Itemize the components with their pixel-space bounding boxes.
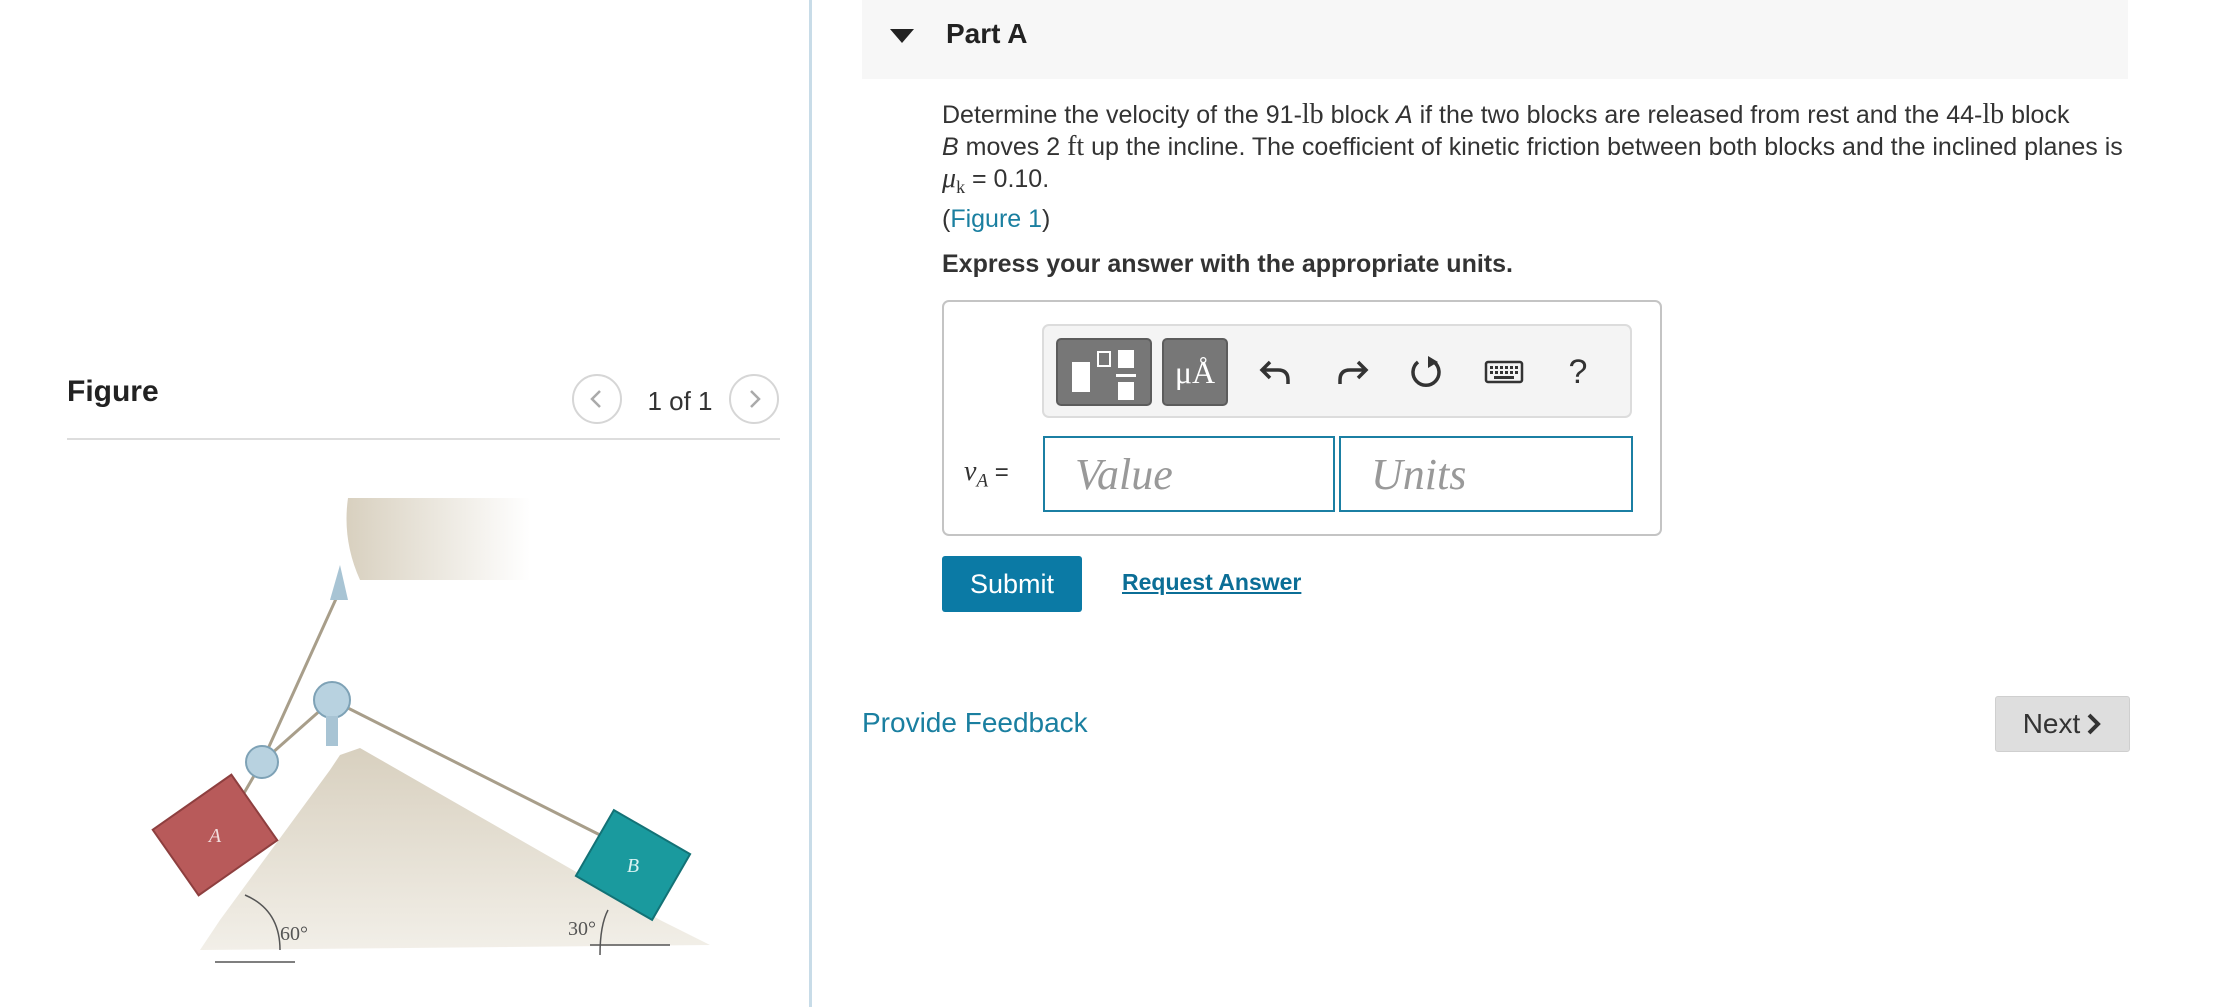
figure-divider (67, 438, 780, 440)
pulley-upper (313, 681, 351, 719)
reset-icon (1411, 356, 1441, 387)
previous-figure-button[interactable] (572, 374, 622, 424)
angle-30-label: 30° (568, 918, 596, 940)
keyboard-icon (1484, 360, 1524, 384)
units-input[interactable] (1339, 436, 1633, 512)
caret-down-icon[interactable] (889, 28, 915, 44)
keyboard-button[interactable] (1476, 344, 1532, 400)
redo-icon (1338, 360, 1369, 384)
figure-counter: 1 of 1 (647, 386, 713, 416)
block-b-label: B (627, 855, 639, 877)
templates-icon (1072, 350, 1136, 400)
figure-diagram: A B 60° 30° (151, 498, 710, 963)
chevron-left-icon (590, 390, 601, 408)
value-input[interactable] (1043, 436, 1335, 512)
block-a-label: A (207, 825, 222, 847)
pulley-lower (245, 745, 279, 779)
ceiling-support (346, 498, 530, 580)
next-figure-button[interactable] (729, 374, 779, 424)
undo-button[interactable] (1248, 344, 1304, 400)
figure-1-link[interactable]: Figure 1 (950, 205, 1042, 233)
part-title: Part A (946, 18, 1028, 49)
templates-button[interactable] (1056, 338, 1152, 406)
next-button[interactable]: Next (1995, 696, 2130, 752)
submit-button[interactable]: Submit (942, 556, 1082, 612)
chevron-right-icon (2087, 713, 2102, 735)
help-button[interactable]: ? (1550, 344, 1606, 400)
undo-icon (1259, 360, 1290, 384)
part-header[interactable]: Part A (862, 0, 2128, 79)
figure-panel: Figure 1 of 1 A B 60° 30° (0, 0, 812, 1007)
panel-divider[interactable] (809, 0, 812, 1007)
reset-button[interactable] (1398, 344, 1454, 400)
request-answer-link[interactable]: Request Answer (1122, 569, 1301, 596)
answer-instruction: Express your answer with the appropriate… (942, 250, 1513, 278)
answer-box: μÅ ? vA = Value Units (942, 300, 1662, 536)
chevron-right-icon (750, 390, 761, 408)
next-button-label: Next (2022, 708, 2081, 739)
question-text: Determine the velocity of the 91-lb bloc… (942, 99, 2123, 233)
provide-feedback-link[interactable]: Provide Feedback (862, 707, 1088, 739)
redo-button[interactable] (1324, 344, 1380, 400)
answer-variable-label: vA = (964, 456, 1009, 492)
angle-60-label: 60° (280, 923, 308, 945)
figure-heading: Figure (67, 375, 159, 408)
symbols-button[interactable]: μÅ (1162, 338, 1228, 406)
math-toolbar: μÅ ? (1042, 324, 1632, 418)
